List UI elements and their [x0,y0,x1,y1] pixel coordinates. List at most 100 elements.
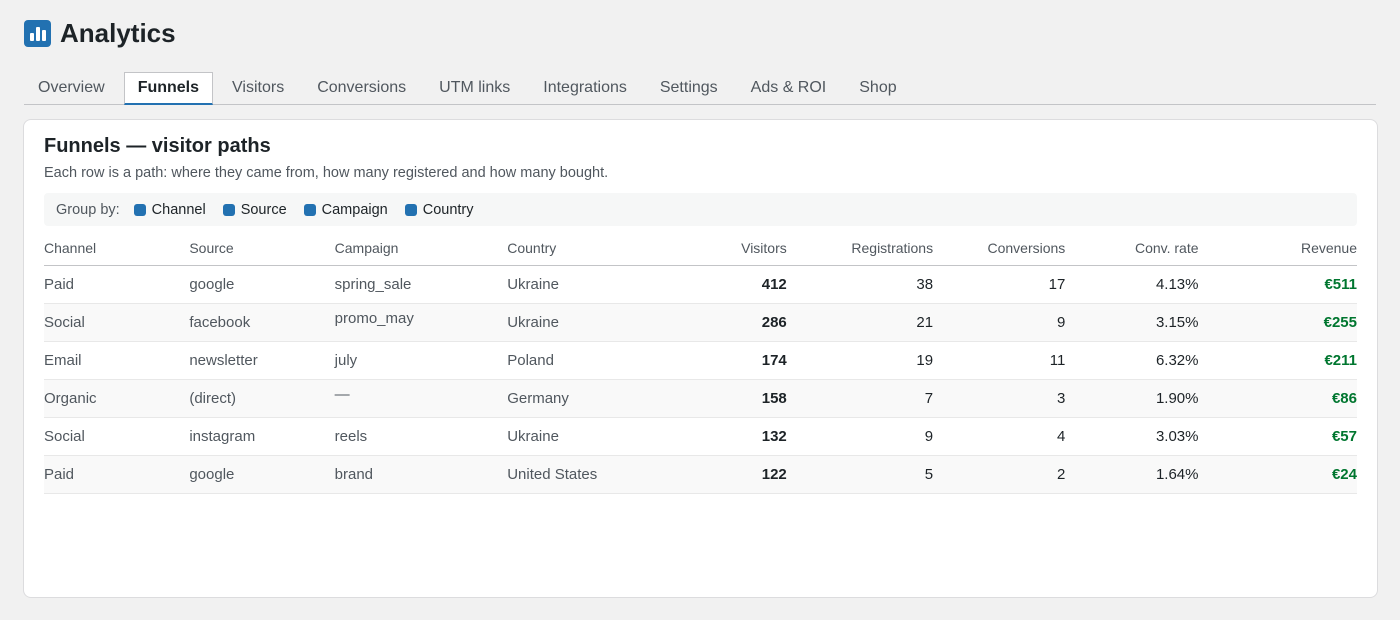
column-header-revenue[interactable]: Revenue [1198,240,1357,266]
checkbox-checked-icon[interactable] [404,203,417,216]
cell-source-link[interactable]: (direct) [189,379,335,418]
cell-campaign-link[interactable]: spring_sale [334,265,508,304]
table-row[interactable]: Paid google brand United States 122 5 2 1.64% €2… [44,455,1357,494]
cell-source-link[interactable]: google [189,265,335,304]
cell-registrations: 5 [786,455,934,494]
cell-campaign-link[interactable]: promo_may [334,303,508,342]
cell-channel: Organic [44,379,190,418]
cell-conv-rate: 3.15% [1065,303,1199,342]
cell-conversions: 4 [933,417,1066,456]
cell-conv-rate: 4.13% [1065,265,1199,304]
cell-registrations: 38 [786,265,934,304]
group-by-option-label: Campaign [321,201,388,218]
group-by-campaign-checkbox[interactable]: Campaign [303,201,388,218]
cell-conversions: 2 [933,455,1066,494]
tab-ads-roi[interactable]: Ads & ROI [737,72,841,104]
column-header-visitors[interactable]: Visitors [668,240,787,266]
tab-conversions[interactable]: Conversions [303,72,420,104]
tab-shop[interactable]: Shop [845,72,910,104]
table-row[interactable]: Organic (direct) — Germany 158 7 3 1.90% €86 [44,379,1357,418]
cell-source-link[interactable]: instagram [189,417,335,456]
column-header-conversions[interactable]: Conversions [933,240,1066,266]
cell-channel: Email [44,341,190,380]
cell-campaign-link[interactable]: — [334,379,508,418]
funnels-card: Funnels — visitor paths Each row is a pa… [23,119,1378,598]
cell-conversions: 3 [933,379,1066,418]
group-by-channel-checkbox[interactable]: Channel [133,201,206,218]
table-row[interactable]: Social instagram reels Ukraine 132 9 4 3.03% €57 [44,417,1357,456]
card-title: Funnels — visitor paths [44,135,271,157]
cell-revenue: €255 [1198,303,1357,342]
cell-country-link[interactable]: United States [507,455,669,494]
cell-visitors: 174 [668,341,787,380]
cell-conv-rate: 3.03% [1065,417,1199,456]
table-row[interactable]: Paid google spring_sale Ukraine 412 38 17 4.13%… [44,265,1357,304]
cell-revenue: €57 [1198,417,1357,456]
column-header-source[interactable]: Source [189,240,335,266]
column-header-campaign[interactable]: Campaign [334,240,508,266]
group-by-bar: Group by: Channel Source Campaign Countr… [44,193,1357,226]
cell-registrations: 19 [786,341,934,380]
cell-registrations: 9 [786,417,934,456]
cell-country-link[interactable]: Poland [507,341,669,380]
cell-source-link[interactable]: facebook [189,303,335,342]
column-header-channel[interactable]: Channel [44,240,190,266]
cell-campaign-link[interactable]: july [334,341,508,380]
cell-visitors: 158 [668,379,787,418]
funnels-table: Channel Source Campaign Country Visitors… [44,240,1357,494]
bar-chart-icon [24,20,51,47]
group-by-label: Group by: [56,201,120,218]
tab-settings[interactable]: Settings [646,72,732,104]
cell-conv-rate: 1.90% [1065,379,1199,418]
cell-visitors: 412 [668,265,787,304]
cell-country-link[interactable]: Germany [507,379,669,418]
cell-channel: Paid [44,455,190,494]
cell-channel: Paid [44,265,190,304]
cell-revenue: €211 [1198,341,1357,380]
cell-country-link[interactable]: Ukraine [507,265,669,304]
group-by-option-label: Country [422,201,474,218]
table-row[interactable]: Social facebook promo_may Ukraine 286 21 9 3.15… [44,303,1357,342]
tab-utm-links[interactable]: UTM links [425,72,524,104]
cell-country-link[interactable]: Ukraine [507,303,669,342]
group-by-source-checkbox[interactable]: Source [222,201,287,218]
checkbox-checked-icon[interactable] [133,203,146,216]
cell-revenue: €24 [1198,455,1357,494]
group-by-country-checkbox[interactable]: Country [404,201,474,218]
column-header-registrations[interactable]: Registrations [786,240,934,266]
cell-campaign-link[interactable]: brand [334,455,508,494]
cell-conv-rate: 6.32% [1065,341,1199,380]
tab-overview[interactable]: Overview [24,72,119,104]
tab-bar: Overview Funnels Visitors Conversions UT… [24,72,1376,105]
tab-funnels[interactable]: Funnels [123,72,214,105]
cell-visitors: 122 [668,455,787,494]
cell-conversions: 17 [933,265,1066,304]
card-subtitle: Each row is a path: where they came from… [44,165,609,181]
table-header-row: Channel Source Campaign Country Visitors… [44,240,1357,266]
app-title: Analytics [60,18,176,48]
checkbox-checked-icon[interactable] [303,203,316,216]
cell-revenue: €86 [1198,379,1357,418]
cell-conversions: 9 [933,303,1066,342]
cell-channel: Social [44,417,190,456]
tab-integrations[interactable]: Integrations [529,72,641,104]
group-by-option-label: Source [240,201,287,218]
cell-registrations: 7 [786,379,934,418]
cell-channel: Social [44,303,190,342]
app-header: Analytics [24,18,176,49]
checkbox-checked-icon[interactable] [222,203,235,216]
cell-source-link[interactable]: google [189,455,335,494]
cell-revenue: €511 [1198,265,1357,304]
table-row[interactable]: Email newsletter july Poland 174 19 11 6.32% €21… [44,341,1357,380]
cell-conv-rate: 1.64% [1065,455,1199,494]
cell-registrations: 21 [786,303,934,342]
column-header-conv-rate[interactable]: Conv. rate [1065,240,1199,266]
cell-source-link[interactable]: newsletter [189,341,335,380]
tab-visitors[interactable]: Visitors [218,72,298,104]
cell-conversions: 11 [933,341,1066,380]
cell-country-link[interactable]: Ukraine [507,417,669,456]
cell-campaign-link[interactable]: reels [334,417,508,456]
group-by-option-label: Channel [151,201,206,218]
cell-visitors: 286 [668,303,787,342]
column-header-country[interactable]: Country [507,240,669,266]
